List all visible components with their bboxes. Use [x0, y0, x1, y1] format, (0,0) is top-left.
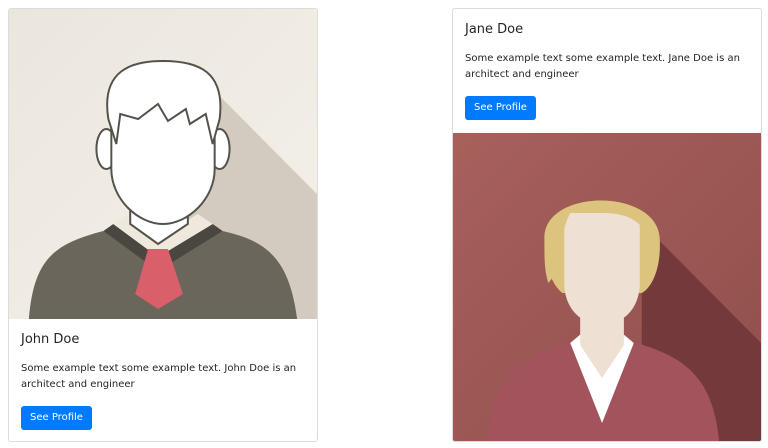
see-profile-button-jane[interactable]: See Profile	[465, 96, 536, 120]
see-profile-button-john[interactable]: See Profile	[21, 406, 92, 430]
card-title: John Doe	[21, 332, 80, 347]
female-avatar-image	[453, 133, 761, 441]
card-text: Some example text some example text. Jan…	[465, 53, 740, 80]
card-title: Jane Doe	[465, 22, 524, 37]
card-body: John Doe Some example text some example …	[9, 319, 317, 430]
card-text: Some example text some example text. Joh…	[21, 363, 297, 390]
profile-card-jane: Jane Doe Some example text some example …	[452, 8, 762, 442]
male-avatar-image	[9, 9, 317, 319]
card-body: Jane Doe Some example text some example …	[453, 9, 761, 133]
profile-card-john: John Doe Some example text some example …	[8, 8, 318, 442]
